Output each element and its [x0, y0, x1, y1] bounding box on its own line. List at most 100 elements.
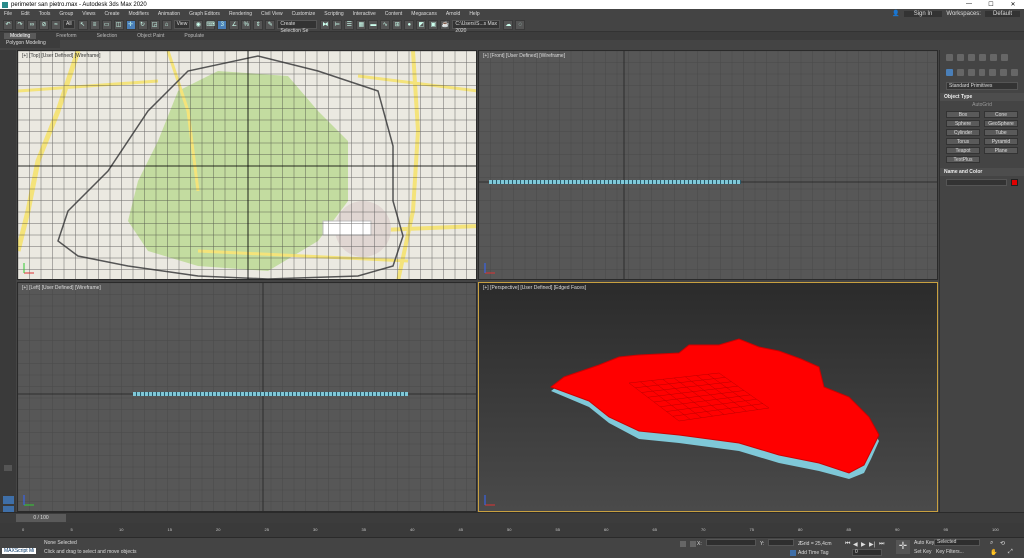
select-rotate-icon[interactable]: ↻	[137, 19, 148, 30]
menu-megascans[interactable]: Megascans	[411, 11, 437, 17]
pivot-icon[interactable]: ◉	[193, 19, 204, 30]
perimeter-object-perspective[interactable]	[479, 283, 938, 512]
viewport-label-front[interactable]: [+] [Front] [User Defined] [Wireframe]	[483, 53, 565, 59]
spacewarps-icon[interactable]	[1000, 69, 1008, 76]
object-name-field[interactable]	[946, 179, 1007, 186]
menu-interactive[interactable]: Interactive	[353, 11, 376, 17]
display-tab-icon[interactable]	[990, 54, 997, 61]
viewport-top[interactable]: [+] [Top] [User Defined] [Wireframe]	[17, 50, 477, 280]
unlink-icon[interactable]: ⊘	[39, 19, 49, 30]
ribbon-tab-selection[interactable]: Selection	[97, 33, 118, 39]
menu-rendering[interactable]: Rendering	[229, 11, 252, 17]
play-icon[interactable]: ▶	[861, 541, 866, 548]
menu-graph-editors[interactable]: Graph Editors	[189, 11, 220, 17]
select-object-icon[interactable]: ↖	[77, 19, 88, 30]
create-cone-button[interactable]: Cone	[984, 111, 1018, 118]
link-icon[interactable]: ∞	[27, 19, 37, 30]
viewport-label-left[interactable]: [+] [Left] [User Defined] [Wireframe]	[22, 285, 101, 291]
create-tab-icon[interactable]	[946, 54, 953, 61]
absolute-mode-icon[interactable]	[690, 541, 696, 547]
modify-tab-icon[interactable]	[957, 54, 964, 61]
add-time-tag[interactable]: Add Time Tag	[798, 550, 828, 556]
percent-snap-icon[interactable]: %	[241, 19, 252, 30]
user-icon[interactable]: 👤	[892, 10, 899, 17]
menu-animation[interactable]: Animation	[158, 11, 180, 17]
shapes-icon[interactable]	[956, 69, 964, 76]
snaps-toggle-icon[interactable]: 3	[217, 19, 228, 30]
ribbon-tab-freeform[interactable]: Freeform	[56, 33, 76, 39]
utilities-tab-icon[interactable]	[1001, 54, 1008, 61]
keyboard-shortcut-icon[interactable]: ⌨	[205, 19, 216, 30]
selection-filter-dropdown[interactable]: All	[63, 20, 75, 29]
explorer-toggle-icon[interactable]	[4, 465, 12, 471]
close-button[interactable]: ✕	[1002, 1, 1024, 8]
prev-frame-icon[interactable]: ◀	[853, 541, 858, 548]
create-plane-button[interactable]: Plane	[984, 147, 1018, 154]
helpers-icon[interactable]	[989, 69, 997, 76]
create-cylinder-button[interactable]: Cylinder	[946, 129, 980, 136]
systems-icon[interactable]	[1011, 69, 1019, 76]
motion-tab-icon[interactable]	[979, 54, 986, 61]
render-icon[interactable]: ☕	[440, 19, 451, 30]
orbit-icon[interactable]: ⟲	[1000, 540, 1005, 547]
current-frame-field[interactable]: 0	[852, 549, 882, 556]
viewport-front[interactable]: [+] [Front] [User Defined] [Wireframe]	[478, 50, 938, 280]
menu-group[interactable]: Group	[59, 11, 73, 17]
curve-editor-icon[interactable]: ∿	[380, 19, 391, 30]
zoom-icon[interactable]: ⌕	[990, 540, 993, 547]
create-geosphere-button[interactable]: GeoSphere	[984, 120, 1018, 127]
bind-spacewarp-icon[interactable]: ≈	[51, 19, 61, 30]
ribbon-icon[interactable]: ▬	[368, 19, 379, 30]
maximize-viewport-icon[interactable]: ⤢	[1008, 549, 1013, 556]
pan-icon[interactable]: ✋	[990, 549, 997, 556]
place-icon[interactable]: ⌂	[161, 19, 172, 30]
scene-explorer-icon[interactable]: ▦	[356, 19, 367, 30]
ribbon-tab-populate[interactable]: Populate	[184, 33, 204, 39]
time-slider-handle[interactable]: 0 / 100	[16, 514, 66, 522]
menu-modifiers[interactable]: Modifiers	[129, 11, 149, 17]
maxscript-listener[interactable]: MAXScript Mi	[2, 548, 37, 554]
edit-named-sel-icon[interactable]: ✎	[265, 19, 276, 30]
named-selection-dropdown[interactable]: Create Selection Se	[277, 20, 318, 34]
perimeter-object-left[interactable]	[133, 392, 408, 396]
render-cloud-icon[interactable]: ☁	[503, 19, 514, 30]
create-sphere-button[interactable]: Sphere	[946, 120, 980, 127]
menu-scripting[interactable]: Scripting	[324, 11, 343, 17]
menu-views[interactable]: Views	[82, 11, 95, 17]
object-color-swatch[interactable]	[1011, 179, 1018, 186]
render-setup-icon[interactable]: ◩	[416, 19, 427, 30]
menu-content[interactable]: Content	[385, 11, 403, 17]
time-tag-icon[interactable]	[790, 550, 796, 556]
explorer-layer-icon[interactable]	[3, 496, 14, 504]
ribbon-subtab[interactable]: Polygon Modeling	[0, 40, 60, 48]
create-pyramid-button[interactable]: Pyramid	[984, 138, 1018, 145]
object-type-header[interactable]: Object Type	[940, 93, 1024, 101]
ref-coord-dropdown[interactable]: View	[173, 20, 191, 29]
lights-icon[interactable]	[967, 69, 975, 76]
select-move-icon[interactable]: ✛	[125, 19, 136, 30]
perimeter-object-front[interactable]	[489, 180, 741, 184]
autogrid-checkbox[interactable]: AutoGrid	[940, 102, 1024, 108]
rendered-frame-icon[interactable]: ▣	[428, 19, 439, 30]
menu-help[interactable]: Help	[469, 11, 479, 17]
create-torus-button[interactable]: Torus	[946, 138, 980, 145]
layers-icon[interactable]: ☰	[344, 19, 355, 30]
menu-edit[interactable]: Edit	[21, 11, 30, 17]
workspace-dropdown[interactable]: Default	[984, 10, 1020, 17]
ribbon-tab-modeling[interactable]: Modeling	[4, 33, 37, 39]
menu-create[interactable]: Create	[105, 11, 120, 17]
lock-selection-icon[interactable]	[680, 541, 686, 547]
ribbon-tab-object-paint[interactable]: Object Paint	[137, 33, 164, 39]
mirror-icon[interactable]: ⧓	[320, 19, 331, 30]
create-textplus-button[interactable]: TextPlus	[946, 156, 980, 163]
menu-civil-view[interactable]: Civil View	[261, 11, 283, 17]
menu-customize[interactable]: Customize	[292, 11, 316, 17]
viewport-perspective[interactable]: [+] [Perspective] [User Defined] [Edged …	[478, 282, 938, 512]
spinner-snap-icon[interactable]: ⇕	[253, 19, 264, 30]
viewport-label-top[interactable]: [+] [Top] [User Defined] [Wireframe]	[22, 53, 101, 59]
angle-snap-icon[interactable]: ∠	[229, 19, 240, 30]
project-path-dropdown[interactable]: C:\Users\S...s Max 2020	[452, 20, 501, 34]
sign-in-dropdown[interactable]: Sign In	[903, 10, 943, 17]
align-icon[interactable]: ⊨	[332, 19, 343, 30]
track-bar[interactable]: 0 5 10 15 20 25 30 35 40 45 50 55 60 65 70 75 80 85 90 95 10…	[0, 523, 1024, 537]
